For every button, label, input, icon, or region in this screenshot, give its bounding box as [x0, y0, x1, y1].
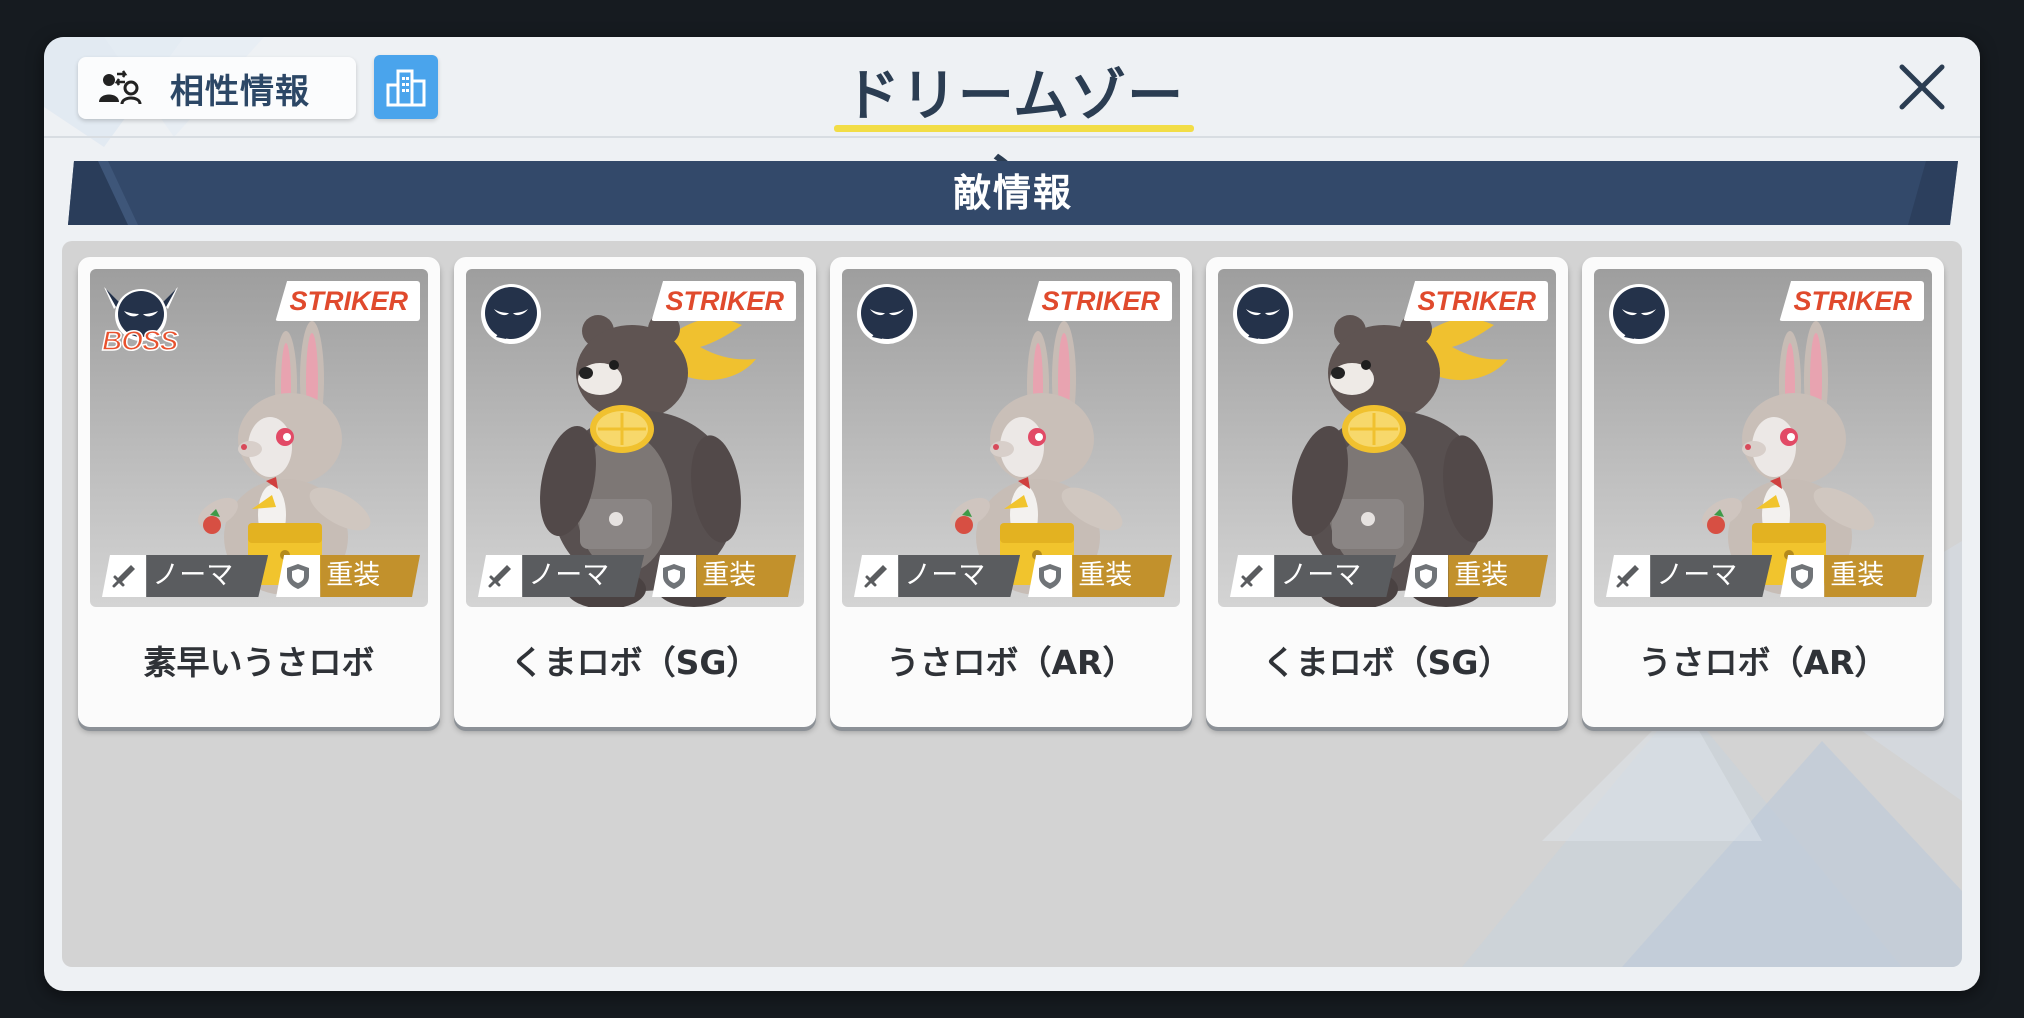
close-icon	[1899, 64, 1945, 110]
armor-type-label: 重装甲	[1824, 555, 1924, 597]
affinity-info-button[interactable]: 相性情報	[78, 57, 356, 119]
affinity-info-label: 相性情報	[170, 71, 310, 112]
attack-type-label: ノーマル	[1650, 555, 1773, 597]
enemy-type-tags: ノーマル 重装甲	[854, 555, 1180, 597]
building-icon	[386, 69, 426, 107]
attack-type-tag: ノーマル	[102, 555, 269, 597]
enemy-card[interactable]: STRIKER ノーマル 重装甲うさロボ（AR）	[1582, 257, 1944, 727]
boss-icon: BOSS	[98, 281, 184, 357]
role-label: STRIKER	[665, 285, 784, 316]
enemy-name: くまロボ（SG）	[1262, 643, 1512, 682]
role-label: STRIKER	[1417, 285, 1536, 316]
role-label: STRIKER	[1793, 285, 1912, 316]
enemy-type-tags: ノーマル 重装甲	[478, 555, 804, 597]
sword-icon	[102, 555, 147, 597]
enemy-portrait: STRIKER ノーマル 重装甲	[466, 269, 804, 607]
armor-type-tag: 重装甲	[1028, 555, 1172, 597]
sword-icon	[854, 555, 899, 597]
armor-type-label: 重装甲	[1448, 555, 1548, 597]
armor-type-tag: 重装甲	[652, 555, 796, 597]
shield-icon	[652, 555, 697, 597]
enemy-portrait: BOSS STRIKER ノーマル 重装甲	[90, 269, 428, 607]
enemy-face-icon	[480, 283, 542, 345]
enemy-name: うさロボ（AR）	[1638, 643, 1888, 682]
enemy-type-tags: ノーマル 重装甲	[1230, 555, 1556, 597]
attack-type-tag: ノーマル	[478, 555, 645, 597]
armor-type-tag: 重装甲	[1404, 555, 1548, 597]
attack-type-tag: ノーマル	[854, 555, 1021, 597]
enemy-portrait: STRIKER ノーマル 重装甲	[1594, 269, 1932, 607]
dialog-header: 相性情報 ドリームゾーン	[44, 37, 1980, 210]
sword-icon	[478, 555, 523, 597]
enemy-card[interactable]: STRIKER ノーマル 重装甲くまロボ（SG）	[1206, 257, 1568, 727]
shield-icon	[1028, 555, 1073, 597]
boss-label: BOSS	[101, 324, 179, 357]
armor-type-label: 重装甲	[320, 555, 420, 597]
armor-type-label: 重装甲	[696, 555, 796, 597]
role-badge: STRIKER	[1779, 281, 1924, 321]
attack-type-label: ノーマル	[146, 555, 269, 597]
role-badge: STRIKER	[275, 281, 420, 321]
armor-type-tag: 重装甲	[1780, 555, 1924, 597]
attack-type-label: ノーマル	[522, 555, 645, 597]
sword-icon	[1230, 555, 1275, 597]
enemy-list: BOSS STRIKER ノーマル 重装甲素早いうさロボ STRIKER ノーマル 重装甲く…	[62, 241, 1962, 967]
role-label: STRIKER	[1041, 285, 1160, 316]
enemy-name: うさロボ（AR）	[886, 643, 1136, 682]
building-button[interactable]	[374, 55, 438, 119]
enemy-card[interactable]: BOSS STRIKER ノーマル 重装甲素早いうさロボ	[78, 257, 440, 727]
enemy-portrait: STRIKER ノーマル 重装甲	[842, 269, 1180, 607]
header-divider	[44, 136, 1980, 138]
shield-icon	[1780, 555, 1825, 597]
section-title: 敵情報	[952, 171, 1073, 215]
attack-type-label: ノーマル	[898, 555, 1021, 597]
role-badge: STRIKER	[1027, 281, 1172, 321]
enemy-name: くまロボ（SG）	[510, 643, 760, 682]
title-underline	[834, 125, 1194, 132]
enemy-name: 素早いうさロボ	[143, 643, 375, 682]
armor-type-tag: 重装甲	[276, 555, 420, 597]
enemy-card[interactable]: STRIKER ノーマル 重装甲くまロボ（SG）	[454, 257, 816, 727]
shield-icon	[1404, 555, 1449, 597]
attack-type-label: ノーマル	[1274, 555, 1397, 597]
enemy-face-icon	[1608, 283, 1670, 345]
enemy-portrait: STRIKER ノーマル 重装甲	[1218, 269, 1556, 607]
armor-type-label: 重装甲	[1072, 555, 1172, 597]
shield-icon	[276, 555, 321, 597]
attack-type-tag: ノーマル	[1606, 555, 1773, 597]
role-label: STRIKER	[289, 285, 408, 316]
dream-zone-dialog: 相性情報 ドリームゾーン 敵情報	[44, 37, 1980, 991]
enemy-card[interactable]: STRIKER ノーマル 重装甲うさロボ（AR）	[830, 257, 1192, 727]
enemy-type-tags: ノーマル 重装甲	[1606, 555, 1932, 597]
close-button[interactable]	[1894, 59, 1950, 115]
enemy-face-icon	[856, 283, 918, 345]
affinity-icon	[92, 68, 148, 108]
attack-type-tag: ノーマル	[1230, 555, 1397, 597]
enemy-type-tags: ノーマル 重装甲	[102, 555, 428, 597]
role-badge: STRIKER	[651, 281, 796, 321]
role-badge: STRIKER	[1403, 281, 1548, 321]
enemy-info-bar: 敵情報	[68, 161, 1958, 225]
sword-icon	[1606, 555, 1651, 597]
enemy-face-icon	[1232, 283, 1294, 345]
